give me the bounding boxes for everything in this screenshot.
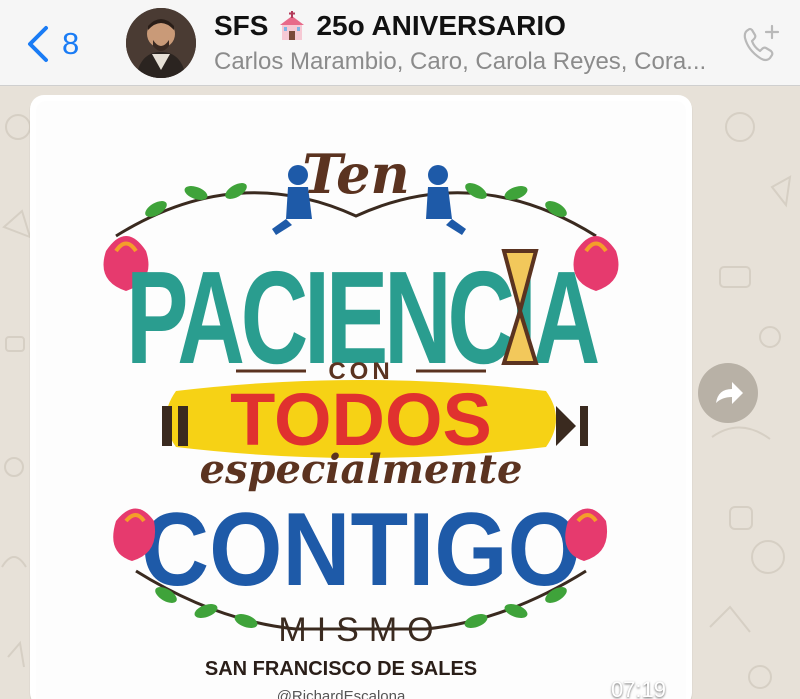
add-call-icon[interactable]	[736, 20, 784, 68]
church-icon	[280, 11, 305, 40]
avatar-portrait	[126, 8, 196, 78]
message-time: 07:19	[610, 677, 666, 699]
poster-illustration: Ten PACIENCIA CON TODOS especialmente CO…	[36, 101, 686, 699]
chat-title-prefix: SFS	[214, 10, 269, 41]
forward-arrow-icon	[716, 382, 743, 404]
text-ten: Ten	[302, 142, 410, 206]
participants-list: Carlos Marambio, Caro, Carola Reyes, Cor…	[214, 48, 707, 75]
text-especialmente: especialmente	[200, 446, 523, 493]
text-mismo: MISMO	[278, 611, 443, 649]
chat-area: Ten PACIENCIA CON TODOS especialmente CO…	[0, 87, 800, 699]
forward-button[interactable]	[698, 363, 758, 423]
text-contigo: CONTIGO	[141, 492, 581, 608]
text-author: SAN FRANCISCO DE SALES	[205, 658, 477, 680]
message-image[interactable]: Ten PACIENCIA CON TODOS especialmente CO…	[36, 101, 686, 699]
chevron-left-icon	[28, 26, 48, 62]
chat-title-area[interactable]: SFS 25o ANIVERSARIO Carlos Marambio, Car…	[214, 10, 734, 76]
chat-title: SFS 25o ANIVERSARIO	[214, 10, 734, 42]
unread-count: 8	[62, 26, 80, 61]
chat-title-suffix: 25o ANIVERSARIO	[316, 10, 566, 41]
text-credit: @RichardEscalona	[277, 688, 406, 699]
chat-header: 8 SFS 25o ANIVERSARIO Carlos Marambio, C…	[0, 0, 800, 86]
back-button[interactable]: 8	[22, 22, 79, 66]
image-message-bubble[interactable]: Ten PACIENCIA CON TODOS especialmente CO…	[30, 95, 692, 699]
group-avatar[interactable]	[126, 8, 196, 78]
